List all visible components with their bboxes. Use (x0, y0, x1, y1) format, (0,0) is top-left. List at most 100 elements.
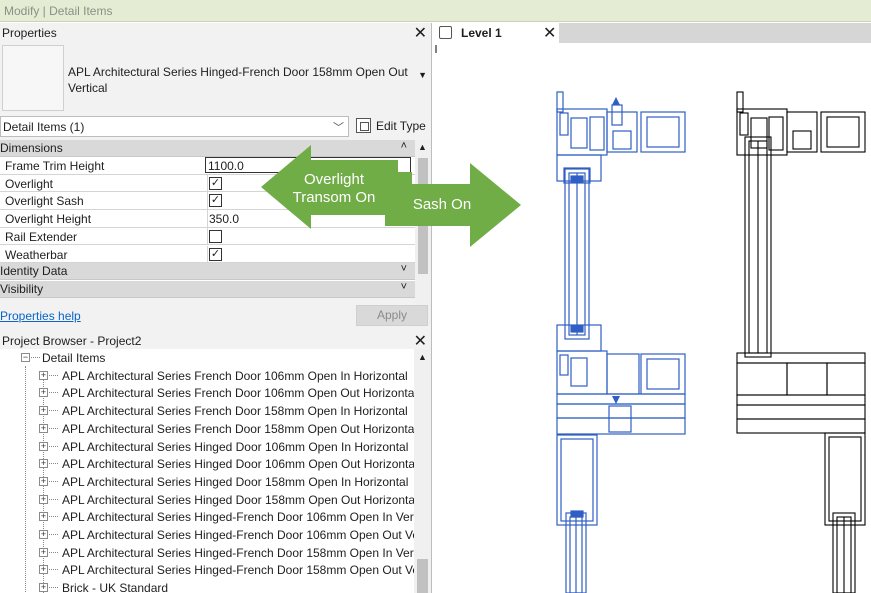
properties-close-icon[interactable]: ✕ (414, 23, 427, 43)
close-tab-icon[interactable]: ✕ (543, 23, 556, 43)
group-visibility[interactable]: Visibility ˅ (0, 280, 415, 298)
chevron-down-icon: ﹀ (333, 122, 344, 134)
prop-name: Overlight Sash (5, 194, 84, 209)
expand-icon[interactable]: + (39, 512, 48, 522)
overlight-height-value: 350.0 (209, 212, 240, 227)
edit-type-label: Edit Type (376, 119, 426, 133)
tab-label: Level 1 (461, 26, 502, 40)
type-preview-image (2, 45, 64, 111)
prop-overlight-height: Overlight Height 350.0 (0, 210, 415, 228)
group-dimensions[interactable]: Dimensions ˄ (0, 140, 415, 157)
frame-trim-height-input[interactable]: 1100.0 (205, 157, 411, 173)
expand-icon[interactable]: + (39, 370, 48, 380)
list-item[interactable]: + Brick - UK Standard (0, 579, 414, 593)
tab-level-1[interactable]: Level 1 ✕ (433, 23, 559, 43)
prop-rail-extender: Rail Extender (0, 227, 415, 246)
expand-icon[interactable]: + (39, 547, 48, 557)
weatherbar-checkbox[interactable]: ✓ (209, 247, 222, 261)
collapse-icon[interactable]: − (21, 353, 30, 362)
prop-name: Overlight (5, 176, 54, 191)
expand-icon[interactable]: ˅ (401, 263, 407, 275)
expand-icon[interactable]: ˅ (401, 281, 407, 293)
group-identity-label: Identity Data (0, 264, 68, 279)
expand-icon[interactable]: + (39, 530, 48, 539)
expand-icon[interactable]: + (39, 565, 48, 575)
view-tab-strip: Level 1 ✕ (433, 23, 871, 43)
grip-down-icon[interactable] (612, 396, 620, 404)
prop-overlight-sash: Overlight Sash ✓ (0, 192, 415, 211)
overlight-checkbox[interactable]: ✓ (209, 176, 222, 190)
prop-name: Weatherbar (5, 247, 68, 262)
properties-scrollbar[interactable]: ▲ ▼ (415, 140, 431, 325)
project-browser-title: Project Browser - Project2 (2, 334, 142, 348)
list-item[interactable]: + APL Architectural Series Hinged Door 15… (0, 473, 414, 491)
expand-icon[interactable]: + (39, 494, 48, 504)
overlight-sash-checkbox[interactable]: ✓ (209, 194, 222, 208)
project-browser-close-icon[interactable]: ✕ (414, 331, 427, 351)
overlight-height-field[interactable]: 350.0 (207, 210, 415, 227)
prop-name: Overlight Height (5, 212, 92, 227)
properties-help-link[interactable]: Properties help (0, 309, 81, 323)
instance-filter-select[interactable]: Detail Items (1) ﹀ (0, 116, 349, 137)
expand-icon[interactable]: + (39, 459, 48, 469)
scroll-thumb[interactable] (418, 158, 428, 274)
list-item[interactable]: + APL Architectural Series Hinged Door 15… (0, 491, 414, 509)
group-dimensions-label: Dimensions (0, 141, 63, 155)
expand-icon[interactable]: + (39, 388, 48, 398)
edit-type-icon (356, 118, 371, 133)
list-item[interactable]: + APL Architectural Series Hinged-French … (0, 526, 414, 544)
tree-category-label: Detail Items (42, 351, 106, 365)
prop-name: Rail Extender (5, 229, 78, 244)
prop-name: Frame Trim Height (5, 159, 105, 173)
scroll-thumb[interactable] (417, 559, 428, 593)
floor-plan-icon (439, 26, 452, 39)
instance-filter-row: Detail Items (1) ﹀ Edit Type (0, 116, 431, 138)
context-bar: Modify | Detail Items (0, 0, 871, 22)
type-name: APL Architectural Series Hinged-French D… (68, 65, 408, 95)
context-title: Modify | Detail Items (4, 4, 113, 18)
expand-icon[interactable]: + (39, 423, 48, 433)
list-item[interactable]: + APL Architectural Series Hinged-French … (0, 508, 414, 526)
list-item[interactable]: + APL Architectural Series Hinged-French … (0, 544, 414, 562)
expand-icon[interactable]: + (39, 441, 48, 451)
group-identity-data[interactable]: Identity Data ˅ (0, 263, 415, 281)
detail-drawing: Overlight Transom On Sash On (435, 45, 866, 593)
tree-node-category[interactable]: − Detail Items (0, 349, 414, 367)
properties-header: Properties ✕ (0, 23, 431, 43)
type-selector[interactable]: APL Architectural Series Hinged-French D… (0, 44, 431, 114)
properties-title: Properties (2, 26, 57, 40)
list-item[interactable]: + APL Architectural Series French Door 10… (0, 384, 414, 402)
list-item[interactable]: + APL Architectural Series French Door 15… (0, 420, 414, 438)
drawing-canvas[interactable]: Overlight Transom On Sash On (433, 43, 871, 593)
grip-up-icon[interactable] (612, 97, 620, 105)
list-item[interactable]: + APL Architectural Series Hinged Door 10… (0, 455, 414, 473)
properties-grid: Dimensions ˄ Frame Trim Height 1100.0 Ov… (0, 140, 415, 298)
door-detail (736, 91, 866, 593)
list-item[interactable]: + APL Architectural Series French Door 10… (0, 367, 414, 385)
prop-frame-trim-height: Frame Trim Height 1100.0 (0, 157, 415, 175)
group-visibility-label: Visibility (0, 281, 44, 296)
scroll-up-icon[interactable]: ▲ (418, 142, 427, 152)
list-item[interactable]: + APL Architectural Series French Door 15… (0, 402, 414, 420)
left-panel: Properties ✕ APL Architectural Series Hi… (0, 23, 432, 593)
collapse-icon[interactable]: ˄ (401, 140, 407, 152)
apply-button[interactable]: Apply (356, 305, 428, 326)
project-browser-scrollbar[interactable]: ▲ (414, 349, 431, 593)
instance-filter-label: Detail Items (1) (3, 120, 85, 134)
list-item[interactable]: + APL Architectural Series Hinged Door 10… (0, 438, 414, 456)
selected-door-detail[interactable] (556, 91, 686, 593)
edit-type-button[interactable]: Edit Type (354, 116, 429, 137)
scroll-up-icon[interactable]: ▲ (418, 352, 427, 362)
frame-trim-height-value: 1100.0 (208, 159, 244, 173)
expand-icon[interactable]: + (39, 583, 48, 593)
expand-icon[interactable]: + (39, 406, 48, 416)
type-dropdown-icon[interactable]: ▼ (418, 70, 427, 80)
project-browser-tree: − Detail Items + APL Architectural Series… (0, 349, 414, 593)
expand-icon[interactable]: + (39, 476, 48, 486)
project-browser-header: Project Browser - Project2 ✕ (0, 331, 431, 351)
prop-weatherbar: Weatherbar ✓ (0, 245, 415, 264)
rail-extender-checkbox[interactable] (209, 229, 222, 243)
prop-overlight: Overlight ✓ (0, 174, 415, 193)
list-item[interactable]: + APL Architectural Series Hinged-French … (0, 561, 414, 579)
properties-footer: Properties help Apply (0, 304, 431, 328)
